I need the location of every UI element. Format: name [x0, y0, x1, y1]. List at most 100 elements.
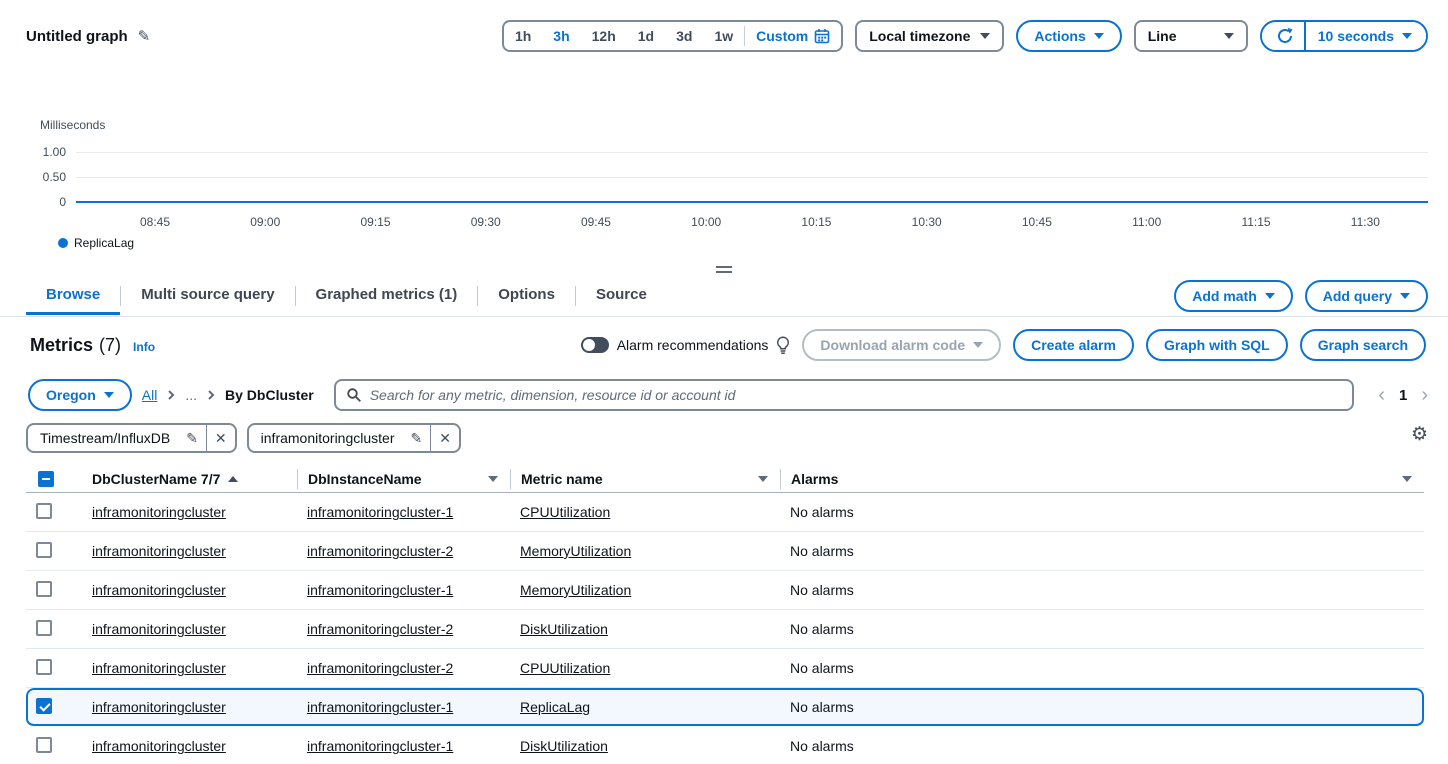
row-checkbox[interactable]	[36, 737, 52, 753]
edit-title-icon[interactable]: ✎	[138, 29, 151, 44]
breadcrumb-all-link[interactable]: All	[142, 387, 158, 403]
table-row-selected[interactable]: inframonitoringcluster inframonitoringcl…	[26, 688, 1424, 727]
table-row[interactable]: inframonitoringcluster inframonitoringcl…	[26, 649, 1424, 688]
filter-tag-cluster: inframonitoringcluster ✎ ✕	[247, 423, 461, 453]
alarms-value: No alarms	[790, 582, 854, 598]
time-range-12h[interactable]: 12h	[581, 23, 627, 49]
table-row[interactable]: inframonitoringcluster inframonitoringcl…	[26, 610, 1424, 649]
table-header-row: DbClusterName 7/7 DbInstanceName Metric …	[26, 465, 1424, 493]
tab-options[interactable]: Options	[478, 276, 575, 315]
metric-chart: Milliseconds 1.00 0.50 0 08:45 09:00 09:…	[0, 110, 1448, 260]
instance-link[interactable]: inframonitoringcluster-1	[307, 504, 453, 520]
column-label: DbClusterName 7/7	[92, 471, 220, 487]
refresh-button[interactable]	[1262, 22, 1304, 50]
refresh-interval-select[interactable]: 10 seconds	[1306, 22, 1426, 50]
row-checkbox[interactable]	[36, 698, 52, 714]
chevron-down-icon	[973, 342, 983, 348]
cluster-link[interactable]: inframonitoringcluster	[92, 504, 226, 520]
info-link[interactable]: Info	[133, 340, 155, 354]
table-row[interactable]: inframonitoringcluster inframonitoringcl…	[26, 493, 1424, 532]
breadcrumb-ellipsis-link[interactable]: ...	[185, 387, 197, 403]
cluster-link[interactable]: inframonitoringcluster	[92, 621, 226, 637]
chevron-down-icon	[1224, 33, 1234, 39]
cluster-link[interactable]: inframonitoringcluster	[92, 543, 226, 559]
table-row[interactable]: inframonitoringcluster inframonitoringcl…	[26, 571, 1424, 610]
metric-link[interactable]: MemoryUtilization	[520, 543, 631, 559]
chevron-down-icon	[1402, 33, 1412, 39]
graph-with-sql-button[interactable]: Graph with SQL	[1146, 329, 1288, 361]
chevron-down-icon	[980, 33, 990, 39]
time-range-3h[interactable]: 3h	[542, 23, 580, 49]
metric-link[interactable]: DiskUtilization	[520, 738, 608, 754]
row-checkbox[interactable]	[36, 542, 52, 558]
tab-browse[interactable]: Browse	[26, 276, 120, 315]
tab-graphed-metrics[interactable]: Graphed metrics (1)	[296, 276, 478, 315]
metric-link[interactable]: DiskUtilization	[520, 621, 608, 637]
metrics-heading: Metrics (7) Info	[30, 335, 155, 356]
column-header-alarms[interactable]: Alarms	[780, 469, 1424, 489]
add-math-button[interactable]: Add math	[1174, 280, 1293, 312]
time-range-1d[interactable]: 1d	[627, 23, 665, 49]
actions-label: Actions	[1034, 28, 1085, 44]
metric-link[interactable]: MemoryUtilization	[520, 582, 631, 598]
column-header-metric-name[interactable]: Metric name	[510, 469, 780, 489]
remove-filter-icon[interactable]: ✕	[207, 425, 235, 451]
instance-link[interactable]: inframonitoringcluster-2	[307, 621, 453, 637]
instance-link[interactable]: inframonitoringcluster-2	[307, 543, 453, 559]
cluster-link[interactable]: inframonitoringcluster	[92, 738, 226, 754]
metrics-count: (7)	[99, 335, 121, 356]
metric-link[interactable]: ReplicaLag	[520, 699, 590, 715]
instance-link[interactable]: inframonitoringcluster-2	[307, 660, 453, 676]
next-page-button[interactable]: ›	[1421, 385, 1428, 405]
instance-link[interactable]: inframonitoringcluster-1	[307, 699, 453, 715]
metric-search-input[interactable]	[370, 387, 1343, 403]
time-range-custom[interactable]: Custom	[745, 23, 841, 49]
instance-link[interactable]: inframonitoringcluster-1	[307, 738, 453, 754]
create-alarm-button[interactable]: Create alarm	[1013, 329, 1134, 361]
row-checkbox[interactable]	[36, 659, 52, 675]
legend-item-replicalag[interactable]: ReplicaLag	[58, 236, 134, 250]
column-label: Alarms	[791, 471, 838, 487]
alarm-recommendations-label: Alarm recommendations	[617, 337, 769, 353]
column-header-dbclustername[interactable]: DbClusterName 7/7	[82, 469, 297, 489]
cluster-link[interactable]: inframonitoringcluster	[92, 582, 226, 598]
y-tick-label: 1.00	[0, 145, 66, 159]
metric-link[interactable]: CPUUtilization	[520, 504, 610, 520]
y-tick-label: 0	[0, 195, 66, 209]
cluster-link[interactable]: inframonitoringcluster	[92, 660, 226, 676]
time-range-3d[interactable]: 3d	[665, 23, 703, 49]
time-range-1h[interactable]: 1h	[504, 23, 542, 49]
column-header-dbinstancename[interactable]: DbInstanceName	[297, 469, 510, 489]
alarms-value: No alarms	[790, 543, 854, 559]
region-select[interactable]: Oregon	[28, 379, 132, 411]
filter-tag-row: Timestream/InfluxDB ✎ ✕ inframonitoringc…	[0, 417, 1448, 463]
timezone-select[interactable]: Local timezone	[855, 20, 1004, 52]
graph-search-button[interactable]: Graph search	[1300, 329, 1426, 361]
download-alarm-code-label: Download alarm code	[820, 337, 965, 353]
time-range-1w[interactable]: 1w	[703, 23, 744, 49]
tab-multi-source-query[interactable]: Multi source query	[121, 276, 294, 315]
row-checkbox[interactable]	[36, 503, 52, 519]
table-preferences-gear-icon[interactable]: ⚙	[1411, 423, 1428, 444]
select-all-checkbox[interactable]	[38, 471, 54, 487]
table-row[interactable]: inframonitoringcluster inframonitoringcl…	[26, 727, 1424, 764]
search-icon	[346, 387, 362, 403]
remove-filter-icon[interactable]: ✕	[431, 425, 459, 451]
download-alarm-code-button[interactable]: Download alarm code	[802, 329, 1001, 361]
cluster-link[interactable]: inframonitoringcluster	[92, 699, 226, 715]
row-checkbox[interactable]	[36, 620, 52, 636]
instance-link[interactable]: inframonitoringcluster-1	[307, 582, 453, 598]
resize-handle-icon[interactable]	[716, 266, 732, 273]
row-checkbox[interactable]	[36, 581, 52, 597]
add-query-button[interactable]: Add query	[1305, 280, 1428, 312]
edit-filter-icon[interactable]: ✎	[403, 425, 431, 451]
alarm-recommendations-toggle[interactable]	[581, 337, 609, 353]
table-row[interactable]: inframonitoringcluster inframonitoringcl…	[26, 532, 1424, 571]
edit-filter-icon[interactable]: ✎	[178, 425, 206, 451]
metric-link[interactable]: CPUUtilization	[520, 660, 610, 676]
chart-type-select[interactable]: Line	[1134, 20, 1248, 52]
metric-search-box	[334, 379, 1355, 411]
tab-source[interactable]: Source	[576, 276, 667, 315]
actions-button[interactable]: Actions	[1016, 20, 1121, 52]
previous-page-button[interactable]: ‹	[1378, 385, 1385, 405]
